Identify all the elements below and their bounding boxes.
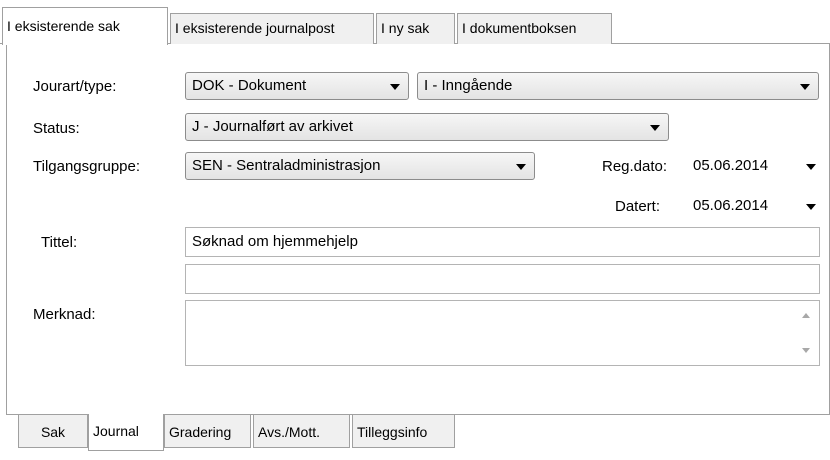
type-value: I - Inngående xyxy=(424,77,513,94)
tilgangsgruppe-label: Tilgangsgruppe: xyxy=(33,158,141,175)
regdato-value: 05.06.2014 xyxy=(693,157,769,174)
scroll-down-icon[interactable] xyxy=(802,348,810,353)
jourart-label: Jourart/type: xyxy=(33,78,117,95)
jourart-select[interactable]: DOK - Dokument xyxy=(185,72,409,100)
tilgangsgruppe-value: SEN - Sentraladministrasjon xyxy=(192,157,381,174)
tab-new-case[interactable]: I ny sak xyxy=(376,13,455,44)
chevron-down-icon[interactable] xyxy=(806,204,816,210)
chevron-down-icon[interactable] xyxy=(806,164,816,170)
tab-existing-journalpost[interactable]: I eksisterende journalpost xyxy=(170,13,374,44)
bottom-tab-bar: Sak Journal Gradering Avs./Mott. Tillegg… xyxy=(6,414,830,460)
regdato-label: Reg.dato: xyxy=(602,158,668,175)
chevron-down-icon xyxy=(516,164,526,170)
journal-panel: Jourart/type: DOK - Dokument I - Inngåen… xyxy=(6,44,830,414)
tab-gradering[interactable]: Gradering xyxy=(164,415,251,448)
top-tab-bar: I eksisterende sak I eksisterende journa… xyxy=(0,0,830,45)
tab-existing-case[interactable]: I eksisterende sak xyxy=(2,7,168,45)
tab-sak[interactable]: Sak xyxy=(18,415,88,448)
datert-label: Datert: xyxy=(615,198,661,215)
merknad-label: Merknad: xyxy=(33,306,96,323)
tab-journal[interactable]: Journal xyxy=(88,414,164,451)
datert-picker[interactable]: 05.06.2014 xyxy=(687,192,820,220)
regdato-picker[interactable]: 05.06.2014 xyxy=(687,152,820,180)
tab-avs-mott[interactable]: Avs./Mott. xyxy=(253,415,350,448)
tab-document-box[interactable]: I dokumentboksen xyxy=(457,13,612,44)
tilgangsgruppe-select[interactable]: SEN - Sentraladministrasjon xyxy=(185,152,535,180)
chevron-down-icon xyxy=(650,125,660,131)
status-value: J - Journalført av arkivet xyxy=(192,118,353,135)
chevron-down-icon xyxy=(800,84,810,90)
tittel-label: Tittel: xyxy=(41,234,78,251)
tittel-secondary-input[interactable] xyxy=(185,264,820,294)
status-select[interactable]: J - Journalført av arkivet xyxy=(185,113,669,141)
type-select[interactable]: I - Inngående xyxy=(417,72,819,100)
tab-tilleggsinfo[interactable]: Tilleggsinfo xyxy=(352,415,455,448)
status-label: Status: xyxy=(33,120,80,137)
chevron-down-icon xyxy=(390,84,400,90)
scroll-up-icon[interactable] xyxy=(802,313,810,318)
jourart-value: DOK - Dokument xyxy=(192,77,307,94)
datert-value: 05.06.2014 xyxy=(693,197,769,214)
merknad-textarea[interactable] xyxy=(185,300,820,366)
tittel-input[interactable]: Søknad om hjemmehjelp xyxy=(185,227,820,257)
